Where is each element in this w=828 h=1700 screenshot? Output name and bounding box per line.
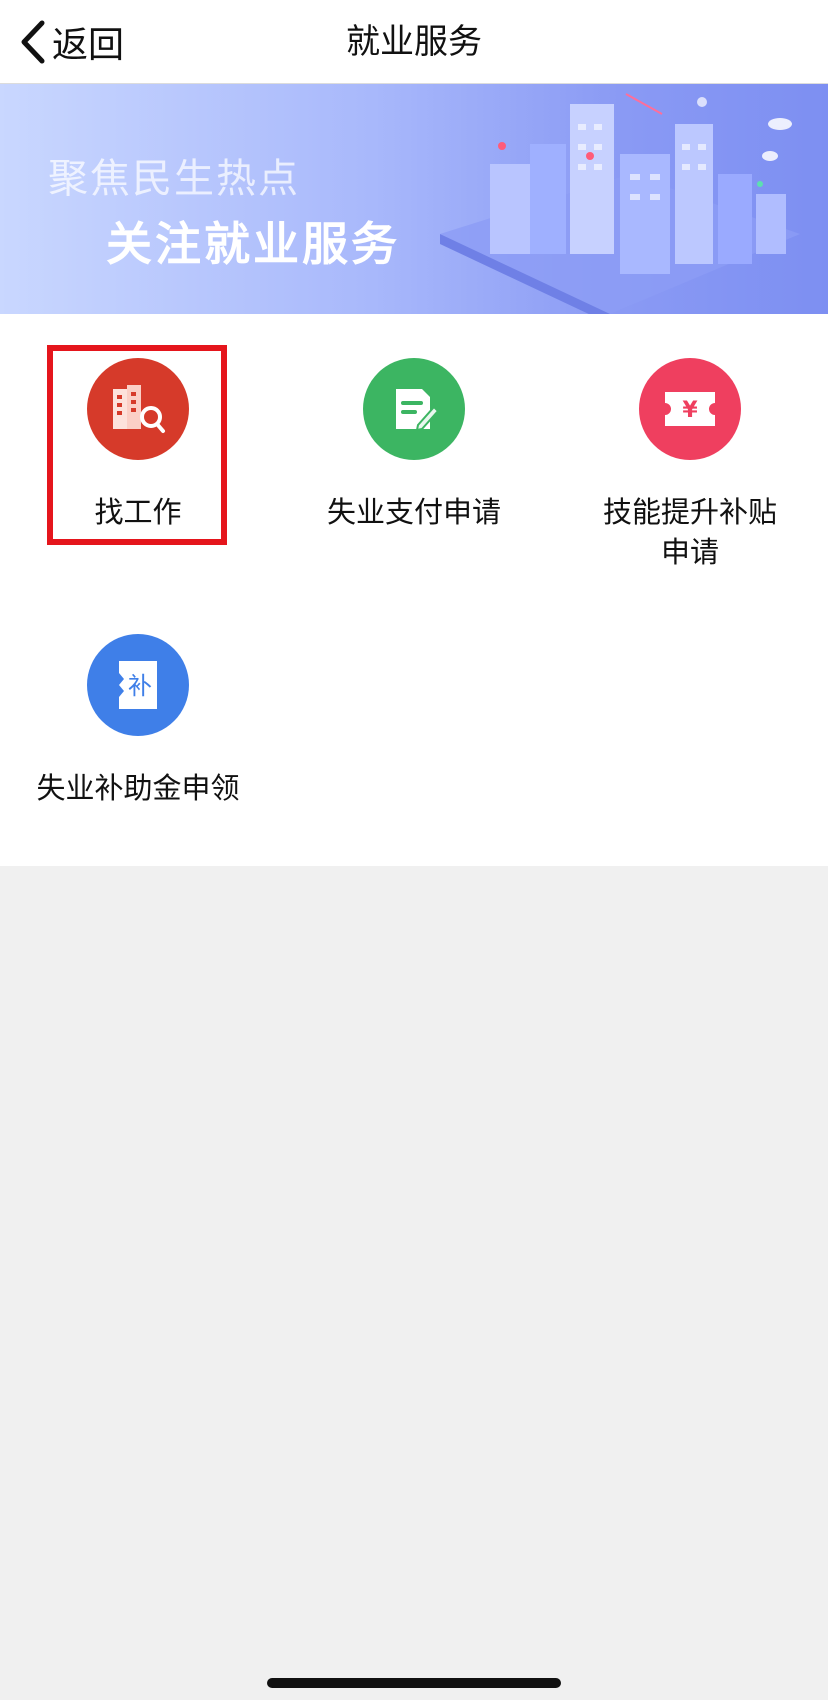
service-label: 失业补助金申领 — [36, 771, 240, 805]
subsidy-char: 补 — [128, 672, 152, 700]
service-unemployment-subsidy[interactable]: 补 失业补助金申领 — [0, 634, 276, 808]
promo-banner[interactable]: 聚焦民生热点 关注就业服务 — [0, 84, 828, 314]
yen-ticket-icon: ¥ — [639, 358, 741, 460]
chevron-left-icon — [20, 20, 46, 64]
back-button[interactable]: 返回 — [20, 14, 124, 70]
page-title: 就业服务 — [346, 22, 482, 62]
banner-subtitle: 聚焦民生热点 — [48, 156, 300, 202]
home-indicator — [267, 1678, 561, 1688]
back-label: 返回 — [52, 25, 125, 66]
service-skill-subsidy[interactable]: ¥ 技能提升补贴 申请 — [552, 358, 828, 572]
city-illustration — [440, 93, 800, 314]
document-edit-icon — [363, 358, 465, 460]
service-label: 失业支付申请 — [326, 495, 501, 529]
navigation-bar: 返回 就业服务 — [0, 0, 828, 84]
service-unemployment-payment[interactable]: 失业支付申请 — [276, 358, 552, 532]
subsidy-ticket-icon: 补 — [87, 634, 189, 736]
service-label-line-1: 技能提升补贴 — [602, 495, 777, 529]
service-label-line-2: 申请 — [660, 535, 719, 569]
service-label: 技能提升补贴 申请 — [552, 492, 828, 572]
highlight-frame — [47, 345, 227, 545]
svg-text:¥: ¥ — [682, 398, 698, 423]
banner-headline: 关注就业服务 — [106, 217, 400, 271]
